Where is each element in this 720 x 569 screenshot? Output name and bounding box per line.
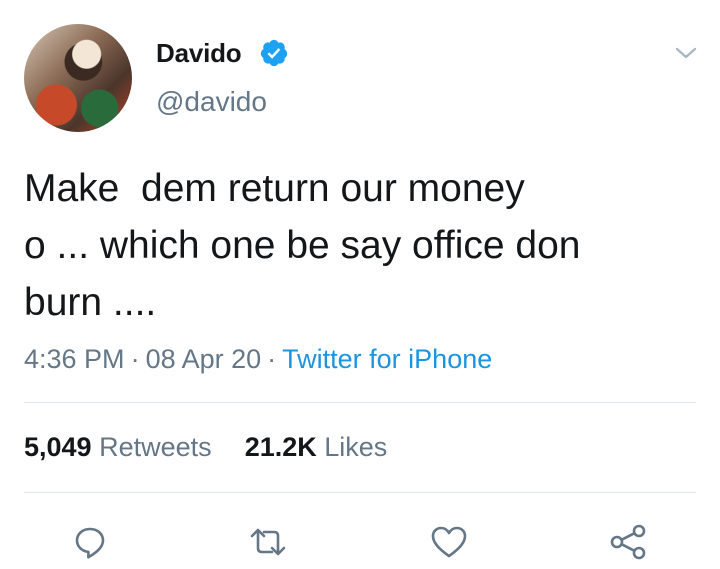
likes-label: Likes (324, 432, 388, 462)
tweet-stats: 5,049 Retweets 21.2K Likes (24, 432, 387, 463)
meta-separator: · (267, 344, 277, 374)
tweet-source-link[interactable]: Twitter for iPhone (282, 344, 492, 374)
reply-icon (75, 527, 105, 559)
likes-stat[interactable]: 21.2K Likes (245, 432, 388, 462)
author-handle[interactable]: @davido (156, 86, 267, 118)
tweet-text: Make dem return our money o ... which on… (24, 167, 581, 324)
retweets-count: 5,049 (24, 432, 92, 462)
likes-count: 21.2K (244, 432, 317, 462)
retweets-stat[interactable]: 5,049 Retweets (24, 432, 212, 462)
like-button[interactable] (429, 522, 469, 562)
share-button[interactable] (608, 522, 648, 562)
reply-button[interactable] (70, 522, 110, 562)
divider (24, 402, 696, 403)
divider (24, 492, 696, 493)
share-icon (610, 524, 646, 560)
tweet-time[interactable]: 4:36 PM (24, 344, 125, 374)
tweet-date[interactable]: 08 Apr 20 (146, 344, 262, 374)
verified-badge-icon (260, 39, 288, 67)
chevron-down-icon[interactable] (674, 44, 698, 62)
like-icon (431, 526, 467, 558)
retweet-icon (250, 528, 286, 556)
meta-separator: · (130, 344, 140, 374)
retweet-button[interactable] (248, 522, 288, 562)
retweets-label: Retweets (99, 432, 212, 462)
tweet-meta: 4:36 PM · 08 Apr 20 · Twitter for iPhone (24, 344, 492, 375)
author-avatar[interactable] (24, 24, 132, 132)
author-name[interactable]: Davido (156, 38, 242, 69)
